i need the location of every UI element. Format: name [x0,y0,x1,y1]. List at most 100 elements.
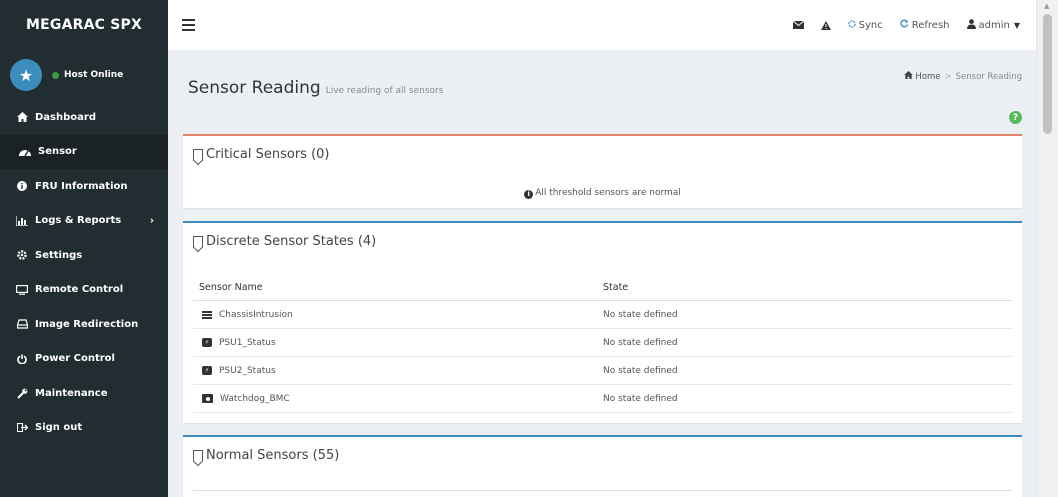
sidebar-item-logs-reports[interactable]: Logs & Reports › [0,204,168,239]
sidebar-item-label: Sensor [38,146,77,158]
panel-title: Critical Sensors (0) [193,147,329,162]
user-menu[interactable]: admin ▼ [966,18,1020,32]
scrollbar-thumb[interactable] [1043,14,1052,134]
brand-logo[interactable]: MEGARAC SPX [0,0,168,50]
caret-down-icon: ▼ [1013,20,1020,30]
sensor-name: PSU1_Status [219,337,276,348]
content-area: Sensor Reading Live reading of all sensor… [168,50,1036,497]
home-icon [903,71,916,82]
page-subtitle: Live reading of all sensors [325,86,444,96]
home-icon [14,112,30,123]
discrete-sensor-table: Sensor Name State ChassisIntrusion No st… [193,275,1012,413]
panel-title: Discrete Sensor States (4) [193,234,376,249]
sensor-state: No state defined [603,337,678,348]
gauge-icon [17,147,33,157]
user-icon [966,18,976,32]
sync-button[interactable]: Sync [847,19,883,31]
sign-out-icon [14,423,30,433]
envelope-icon[interactable] [792,21,804,29]
column-header-sensor-name[interactable]: Sensor Name [193,282,603,293]
psu-icon: ⚡ [202,338,212,347]
sidebar-item-label: Image Redirection [35,318,139,330]
star-icon: ★ [10,59,42,91]
sidebar-item-fru-information[interactable]: FRU Information [0,169,168,204]
power-icon [14,354,30,364]
refresh-button[interactable]: Refresh [900,19,950,31]
sensor-state: No state defined [603,393,678,404]
refresh-icon [900,19,909,31]
user-label: admin [978,19,1010,31]
panel-title: Normal Sensors (55) [193,448,339,463]
sync-label: Sync [858,19,883,31]
scroll-up-arrow-icon[interactable]: ▲ [1044,2,1049,10]
normal-sensors-panel: Normal Sensors (55) [183,435,1022,497]
sensor-state: No state defined [603,309,678,320]
sensor-name: PSU2_Status [219,365,276,376]
page-title-text: Sensor Reading [188,78,321,98]
monitor-icon [14,284,30,295]
page-scrollbar[interactable]: ▲ [1036,0,1058,497]
sidebar-item-label: Settings [35,249,83,261]
gear-icon [14,250,30,261]
sidebar-item-settings[interactable]: Settings [0,238,168,273]
sensor-name-cell: ⚡ PSU1_Status [193,338,603,348]
sensor-name-cell: ⚡ PSU2_Status [193,366,603,376]
menu-toggle-icon[interactable] [182,19,198,31]
sensor-name: Watchdog_BMC [220,393,290,404]
watchdog-icon [202,394,213,403]
table-row[interactable]: ⚡ PSU2_Status No state defined [193,357,1012,385]
disk-icon [14,319,30,329]
breadcrumb-current: Sensor Reading [955,72,1022,82]
host-status-label: Host Online [64,70,124,80]
table-row[interactable]: ⚡ PSU1_Status No state defined [193,329,1012,357]
column-header-state[interactable]: State [603,282,1012,293]
psu-icon: ⚡ [202,366,212,375]
sidebar-item-remote-control[interactable]: Remote Control [0,273,168,308]
sensor-name-cell: Watchdog_BMC [193,394,603,404]
refresh-label: Refresh [911,19,950,31]
sensor-name: ChassisIntrusion [219,309,293,320]
sidebar-item-image-redirection[interactable]: Image Redirection [0,307,168,342]
sidebar-item-label: Remote Control [35,284,124,296]
sync-icon [847,19,856,31]
sidebar-item-label: Logs & Reports [35,215,122,227]
bar-chart-icon [14,215,30,226]
table-row[interactable]: ChassisIntrusion No state defined [193,301,1012,329]
table-row[interactable]: Watchdog_BMC No state defined [193,385,1012,413]
page-header: Sensor Reading Live reading of all sensor… [168,50,1036,124]
critical-message-text: All threshold sensors are normal [535,188,681,198]
breadcrumb: Home > Sensor Reading [903,71,1022,82]
sidebar-item-label: Sign out [35,422,83,434]
breadcrumb-separator: > [944,72,952,82]
chevron-right-icon: › [149,215,154,227]
page-title: Sensor Reading Live reading of all sensor… [188,78,443,98]
sidebar-item-label: Dashboard [35,111,96,123]
sidebar-item-dashboard[interactable]: Dashboard [0,100,168,135]
critical-message: i All threshold sensors are normal [183,188,1022,199]
table-header: Sensor Name State [193,275,1012,301]
sidebar-item-power-control[interactable]: Power Control [0,342,168,377]
bookmark-icon [193,148,203,161]
normal-title: Normal Sensors (55) [206,448,340,463]
user-panel: ★ Host Online [0,50,168,100]
bookmark-icon [193,449,203,462]
host-status: Host Online [52,70,123,80]
sidebar: MEGARAC SPX ★ Host Online Dashboard Sens… [0,0,168,497]
critical-title: Critical Sensors (0) [206,147,330,162]
sidebar-item-maintenance[interactable]: Maintenance [0,376,168,411]
breadcrumb-home[interactable]: Home [915,72,940,82]
wrench-icon [14,388,30,399]
sidebar-item-sensor[interactable]: Sensor [0,134,168,169]
divider [193,490,1012,491]
sidebar-item-label: Maintenance [35,387,108,399]
sidebar-item-label: Power Control [35,353,115,365]
warning-icon[interactable] [820,20,831,30]
help-icon[interactable]: ? [1009,111,1022,124]
sidebar-item-sign-out[interactable]: Sign out [0,411,168,446]
info-icon [14,181,30,192]
info-icon: i [524,189,534,199]
list-icon [202,310,212,319]
discrete-sensors-panel: Discrete Sensor States (4) Sensor Name S… [183,221,1022,423]
status-dot-icon [52,71,59,79]
top-navbar: Sync Refresh admin ▼ [168,0,1036,50]
